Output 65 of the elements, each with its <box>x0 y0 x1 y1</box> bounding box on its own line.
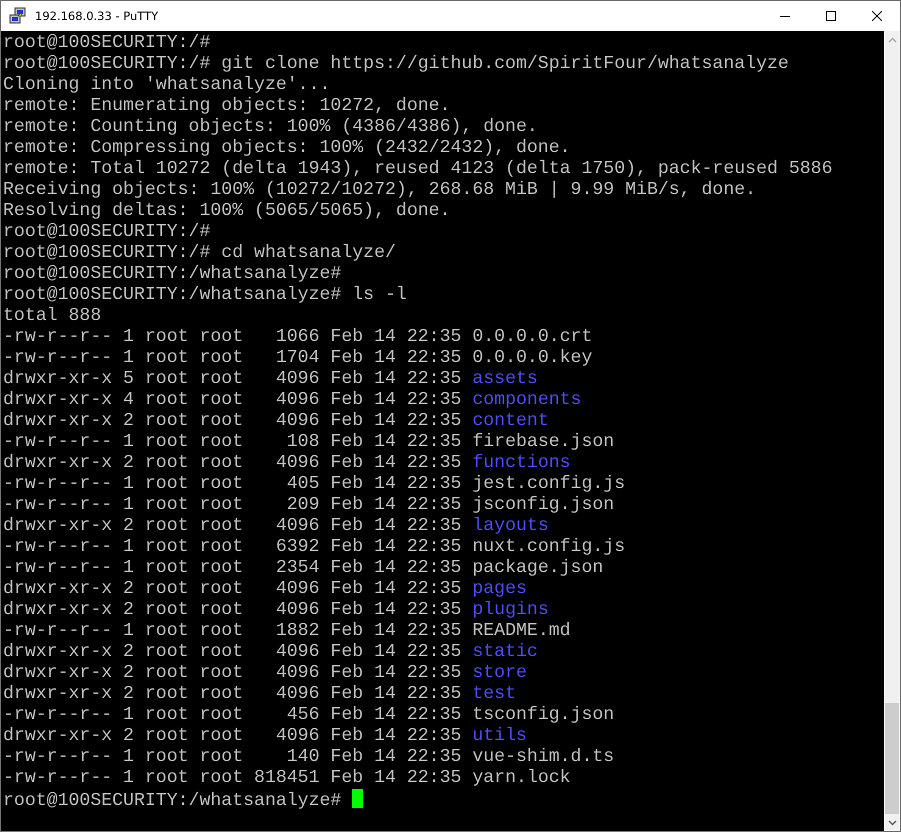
terminal-line: root@100SECURITY:/whatsanalyze# ls -l <box>3 285 407 305</box>
terminal-line: remote: Total 10272 (delta 1943), reused 4123 (delta 1750), pack-reused 5886 <box>3 159 832 179</box>
file-details: drwxr-xr-x 2 root root 4096 Feb 14 22:35 <box>3 411 462 431</box>
file-details: -rw-r--r-- 1 root root 6392 Feb 14 22:35 <box>3 537 462 557</box>
terminal-line: root@100SECURITY:/# git clone https://github.com/SpiritFour/whatsanalyze <box>3 54 789 74</box>
file-name: yarn.lock <box>472 768 571 788</box>
terminal-line: Cloning into 'whatsanalyze'... <box>3 75 330 95</box>
file-details: drwxr-xr-x 2 root root 4096 Feb 14 22:35 <box>3 642 462 662</box>
directory-name: pages <box>472 579 527 599</box>
file-details: -rw-r--r-- 1 root root 108 Feb 14 22:35 <box>3 432 462 452</box>
file-details: drwxr-xr-x 2 root root 4096 Feb 14 22:35 <box>3 726 462 746</box>
maximize-icon <box>826 11 836 21</box>
file-details: drwxr-xr-x 2 root root 4096 Feb 14 22:35 <box>3 453 462 473</box>
file-details: drwxr-xr-x 2 root root 4096 Feb 14 22:35 <box>3 600 462 620</box>
directory-name: static <box>472 642 538 662</box>
file-details: -rw-r--r-- 1 root root 1704 Feb 14 22:35 <box>3 348 462 368</box>
terminal-line: root@100SECURITY:/# <box>3 33 210 53</box>
terminal-line: remote: Counting objects: 100% (4386/4386), done. <box>3 117 538 137</box>
terminal-line: remote: Enumerating objects: 10272, done. <box>3 96 450 116</box>
terminal-line: Receiving objects: 100% (10272/10272), 268.68 MiB | 9.99 MiB/s, done. <box>3 180 756 200</box>
file-details: drwxr-xr-x 2 root root 4096 Feb 14 22:35 <box>3 516 462 536</box>
file-details: -rw-r--r-- 1 root root 818451 Feb 14 22:35 <box>3 768 462 788</box>
file-name: firebase.json <box>472 432 614 452</box>
file-details: -rw-r--r-- 1 root root 140 Feb 14 22:35 <box>3 747 462 767</box>
directory-name: plugins <box>472 600 549 620</box>
directory-name: functions <box>472 453 571 473</box>
file-name: tsconfig.json <box>472 705 614 725</box>
file-details: -rw-r--r-- 1 root root 1882 Feb 14 22:35 <box>3 621 462 641</box>
directory-name: components <box>472 390 582 410</box>
file-name: 0.0.0.0.key <box>472 348 592 368</box>
file-name: 0.0.0.0.crt <box>472 327 592 347</box>
file-name: nuxt.config.js <box>472 537 626 557</box>
command-prompt: root@100SECURITY:/whatsanalyze# <box>3 791 342 811</box>
directory-name: layouts <box>472 516 549 536</box>
scrollbar[interactable] <box>883 31 900 831</box>
terminal-line: Resolving deltas: 100% (5065/5065), done. <box>3 201 450 221</box>
file-name: jest.config.js <box>472 474 626 494</box>
directory-name: assets <box>472 369 538 389</box>
close-icon <box>872 11 882 21</box>
directory-name: test <box>472 684 516 704</box>
file-details: drwxr-xr-x 2 root root 4096 Feb 14 22:35 <box>3 663 462 683</box>
file-name: README.md <box>472 621 571 641</box>
file-name: jsconfig.json <box>472 495 614 515</box>
file-details: -rw-r--r-- 1 root root 405 Feb 14 22:35 <box>3 474 462 494</box>
window-title: 192.168.0.33 - PuTTY <box>35 9 160 23</box>
terminal-line: total 888 <box>3 306 102 326</box>
terminal-line: remote: Compressing objects: 100% (2432/2432), done. <box>3 138 571 158</box>
file-details: -rw-r--r-- 1 root root 209 Feb 14 22:35 <box>3 495 462 515</box>
file-name: package.json <box>472 558 604 578</box>
file-details: drwxr-xr-x 5 root root 4096 Feb 14 22:35 <box>3 369 462 389</box>
file-details: drwxr-xr-x 2 root root 4096 Feb 14 22:35 <box>3 579 462 599</box>
file-details: drwxr-xr-x 4 root root 4096 Feb 14 22:35 <box>3 390 462 410</box>
terminal-line: root@100SECURITY:/# cd whatsanalyze/ <box>3 243 396 263</box>
file-details: -rw-r--r-- 1 root root 456 Feb 14 22:35 <box>3 705 462 725</box>
file-details: -rw-r--r-- 1 root root 1066 Feb 14 22:35 <box>3 327 462 347</box>
file-details: drwxr-xr-x 2 root root 4096 Feb 14 22:35 <box>3 684 462 704</box>
terminal-line: root@100SECURITY:/# <box>3 222 210 242</box>
terminal-line: root@100SECURITY:/whatsanalyze# <box>3 264 342 284</box>
terminal-computer-icon <box>9 7 27 25</box>
file-name: vue-shim.d.ts <box>472 747 614 767</box>
directory-name: store <box>472 663 527 683</box>
directory-name: utils <box>472 726 527 746</box>
scroll-thumb[interactable] <box>885 703 899 814</box>
file-details: -rw-r--r-- 1 root root 2354 Feb 14 22:35 <box>3 558 462 578</box>
directory-name: content <box>472 411 549 431</box>
